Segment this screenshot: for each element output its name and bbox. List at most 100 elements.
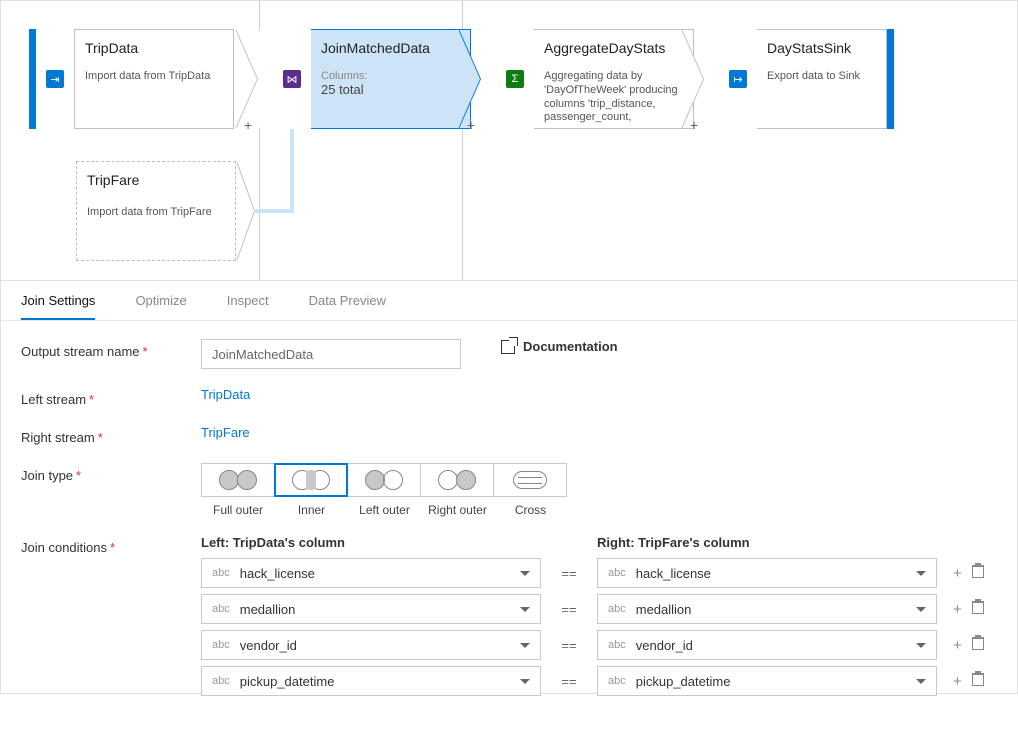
output-stream-label: Output stream name* xyxy=(21,339,201,359)
join-type-right-outer[interactable] xyxy=(420,463,494,497)
chevron-down-icon xyxy=(520,571,530,576)
chevron-down-icon xyxy=(520,643,530,648)
output-stream-input[interactable] xyxy=(201,339,461,369)
node-notch xyxy=(259,29,277,129)
columns-count: 25 total xyxy=(321,82,460,97)
left-stream-label: Left stream* xyxy=(21,387,201,407)
columns-label: Columns: xyxy=(321,70,460,82)
jt-label: Inner xyxy=(298,503,325,517)
equals-operator: == xyxy=(541,566,597,581)
node-title: JoinMatchedData xyxy=(321,40,460,56)
right-column-dropdown[interactable]: abcvendor_id xyxy=(597,630,937,660)
left-column-dropdown[interactable]: abcvendor_id xyxy=(201,630,541,660)
join-type-group: Full outer Inner Left outer xyxy=(201,463,567,517)
node-daystatssink[interactable]: ↦ DayStatsSink Export data to Sink xyxy=(705,29,894,129)
venn-inner-icon xyxy=(292,470,330,490)
add-condition-button[interactable]: + xyxy=(953,637,962,654)
node-title: TripFare xyxy=(87,172,225,188)
trash-icon xyxy=(972,565,984,578)
tab-join-settings[interactable]: Join Settings xyxy=(21,293,95,320)
left-column-dropdown[interactable]: abchack_license xyxy=(201,558,541,588)
jt-label: Full outer xyxy=(213,503,263,517)
node-joinmatcheddata[interactable]: ⋈ JoinMatchedData Columns: 25 total xyxy=(259,29,471,129)
join-type-full-outer[interactable] xyxy=(201,463,275,497)
equals-operator: == xyxy=(541,602,597,617)
trash-icon xyxy=(972,637,984,650)
cross-join-icon xyxy=(513,471,547,489)
source-icon: ⇥ xyxy=(40,29,70,129)
delete-condition-button[interactable] xyxy=(972,565,984,582)
connector xyxy=(290,129,294,213)
venn-full-icon xyxy=(219,470,257,490)
data-flow-canvas[interactable]: ⇥ TripData Import data from TripData + ⋈… xyxy=(1,1,1017,281)
delete-condition-button[interactable] xyxy=(972,673,984,690)
left-column-header: Left: TripData's column xyxy=(201,535,541,550)
sink-icon: ↦ xyxy=(723,29,753,129)
delete-condition-button[interactable] xyxy=(972,601,984,618)
node-desc: Aggregating data by 'DayOfTheWeek' produ… xyxy=(544,70,683,125)
node-aggregatedaystats[interactable]: Σ AggregateDayStats Aggregating data by … xyxy=(482,29,694,129)
node-desc: Export data to Sink xyxy=(767,70,876,84)
node-arrow xyxy=(236,161,254,261)
node-arrow xyxy=(235,29,257,129)
left-column-dropdown[interactable]: abcpickup_datetime xyxy=(201,666,541,696)
node-tripfare[interactable]: TripFare Import data from TripFare xyxy=(76,161,236,261)
external-link-icon xyxy=(501,340,515,354)
join-settings-panel: Output stream name* Documentation Left s… xyxy=(1,321,1017,738)
aggregate-icon: Σ xyxy=(500,29,530,129)
node-title: DayStatsSink xyxy=(767,40,876,56)
node-tripdata[interactable]: ⇥ TripData Import data from TripData xyxy=(29,29,234,129)
delete-condition-button[interactable] xyxy=(972,637,984,654)
chevron-down-icon xyxy=(916,571,926,576)
add-branch-button[interactable]: + xyxy=(244,117,252,133)
right-stream-value[interactable]: TripFare xyxy=(201,425,250,440)
join-type-cross[interactable] xyxy=(493,463,567,497)
chevron-down-icon xyxy=(916,679,926,684)
tab-optimize[interactable]: Optimize xyxy=(135,293,186,320)
add-branch-button[interactable]: + xyxy=(690,117,698,133)
right-column-dropdown[interactable]: abcpickup_datetime xyxy=(597,666,937,696)
left-column-dropdown[interactable]: abcmedallion xyxy=(201,594,541,624)
jt-label: Right outer xyxy=(428,503,487,517)
jt-label: Left outer xyxy=(359,503,410,517)
join-type-label: Join type* xyxy=(21,463,201,483)
join-icon: ⋈ xyxy=(277,29,307,129)
chevron-down-icon xyxy=(520,679,530,684)
node-desc: Import data from TripData xyxy=(85,70,223,84)
chevron-down-icon xyxy=(520,607,530,612)
documentation-link[interactable]: Documentation xyxy=(501,339,618,354)
node-accent xyxy=(29,29,36,129)
equals-operator: == xyxy=(541,638,597,653)
right-stream-label: Right stream* xyxy=(21,425,201,445)
chevron-down-icon xyxy=(916,607,926,612)
settings-tabs: Join Settings Optimize Inspect Data Prev… xyxy=(1,281,1017,321)
right-column-dropdown[interactable]: abcmedallion xyxy=(597,594,937,624)
node-notch xyxy=(705,29,723,129)
connector xyxy=(254,209,294,213)
right-column-dropdown[interactable]: abchack_license xyxy=(597,558,937,588)
node-arrow xyxy=(681,29,703,129)
add-branch-button[interactable]: + xyxy=(467,117,475,133)
node-title: AggregateDayStats xyxy=(544,40,683,56)
trash-icon xyxy=(972,673,984,686)
jt-label: Cross xyxy=(515,503,546,517)
join-conditions-label: Join conditions* xyxy=(21,535,201,555)
add-condition-button[interactable]: + xyxy=(953,565,962,582)
join-condition-row: abcmedallion==abcmedallion + xyxy=(201,594,997,624)
join-type-left-outer[interactable] xyxy=(347,463,421,497)
venn-right-icon xyxy=(438,470,476,490)
trash-icon xyxy=(972,601,984,614)
tab-data-preview[interactable]: Data Preview xyxy=(309,293,386,320)
left-stream-value[interactable]: TripData xyxy=(201,387,250,402)
documentation-label: Documentation xyxy=(523,339,618,354)
node-accent xyxy=(887,29,894,129)
node-title: TripData xyxy=(85,40,223,56)
venn-left-icon xyxy=(365,470,403,490)
add-condition-button[interactable]: + xyxy=(953,673,962,690)
join-type-inner[interactable] xyxy=(274,463,348,497)
node-notch xyxy=(482,29,500,129)
join-condition-row: abcvendor_id==abcvendor_id + xyxy=(201,630,997,660)
tab-inspect[interactable]: Inspect xyxy=(227,293,269,320)
equals-operator: == xyxy=(541,674,597,689)
add-condition-button[interactable]: + xyxy=(953,601,962,618)
